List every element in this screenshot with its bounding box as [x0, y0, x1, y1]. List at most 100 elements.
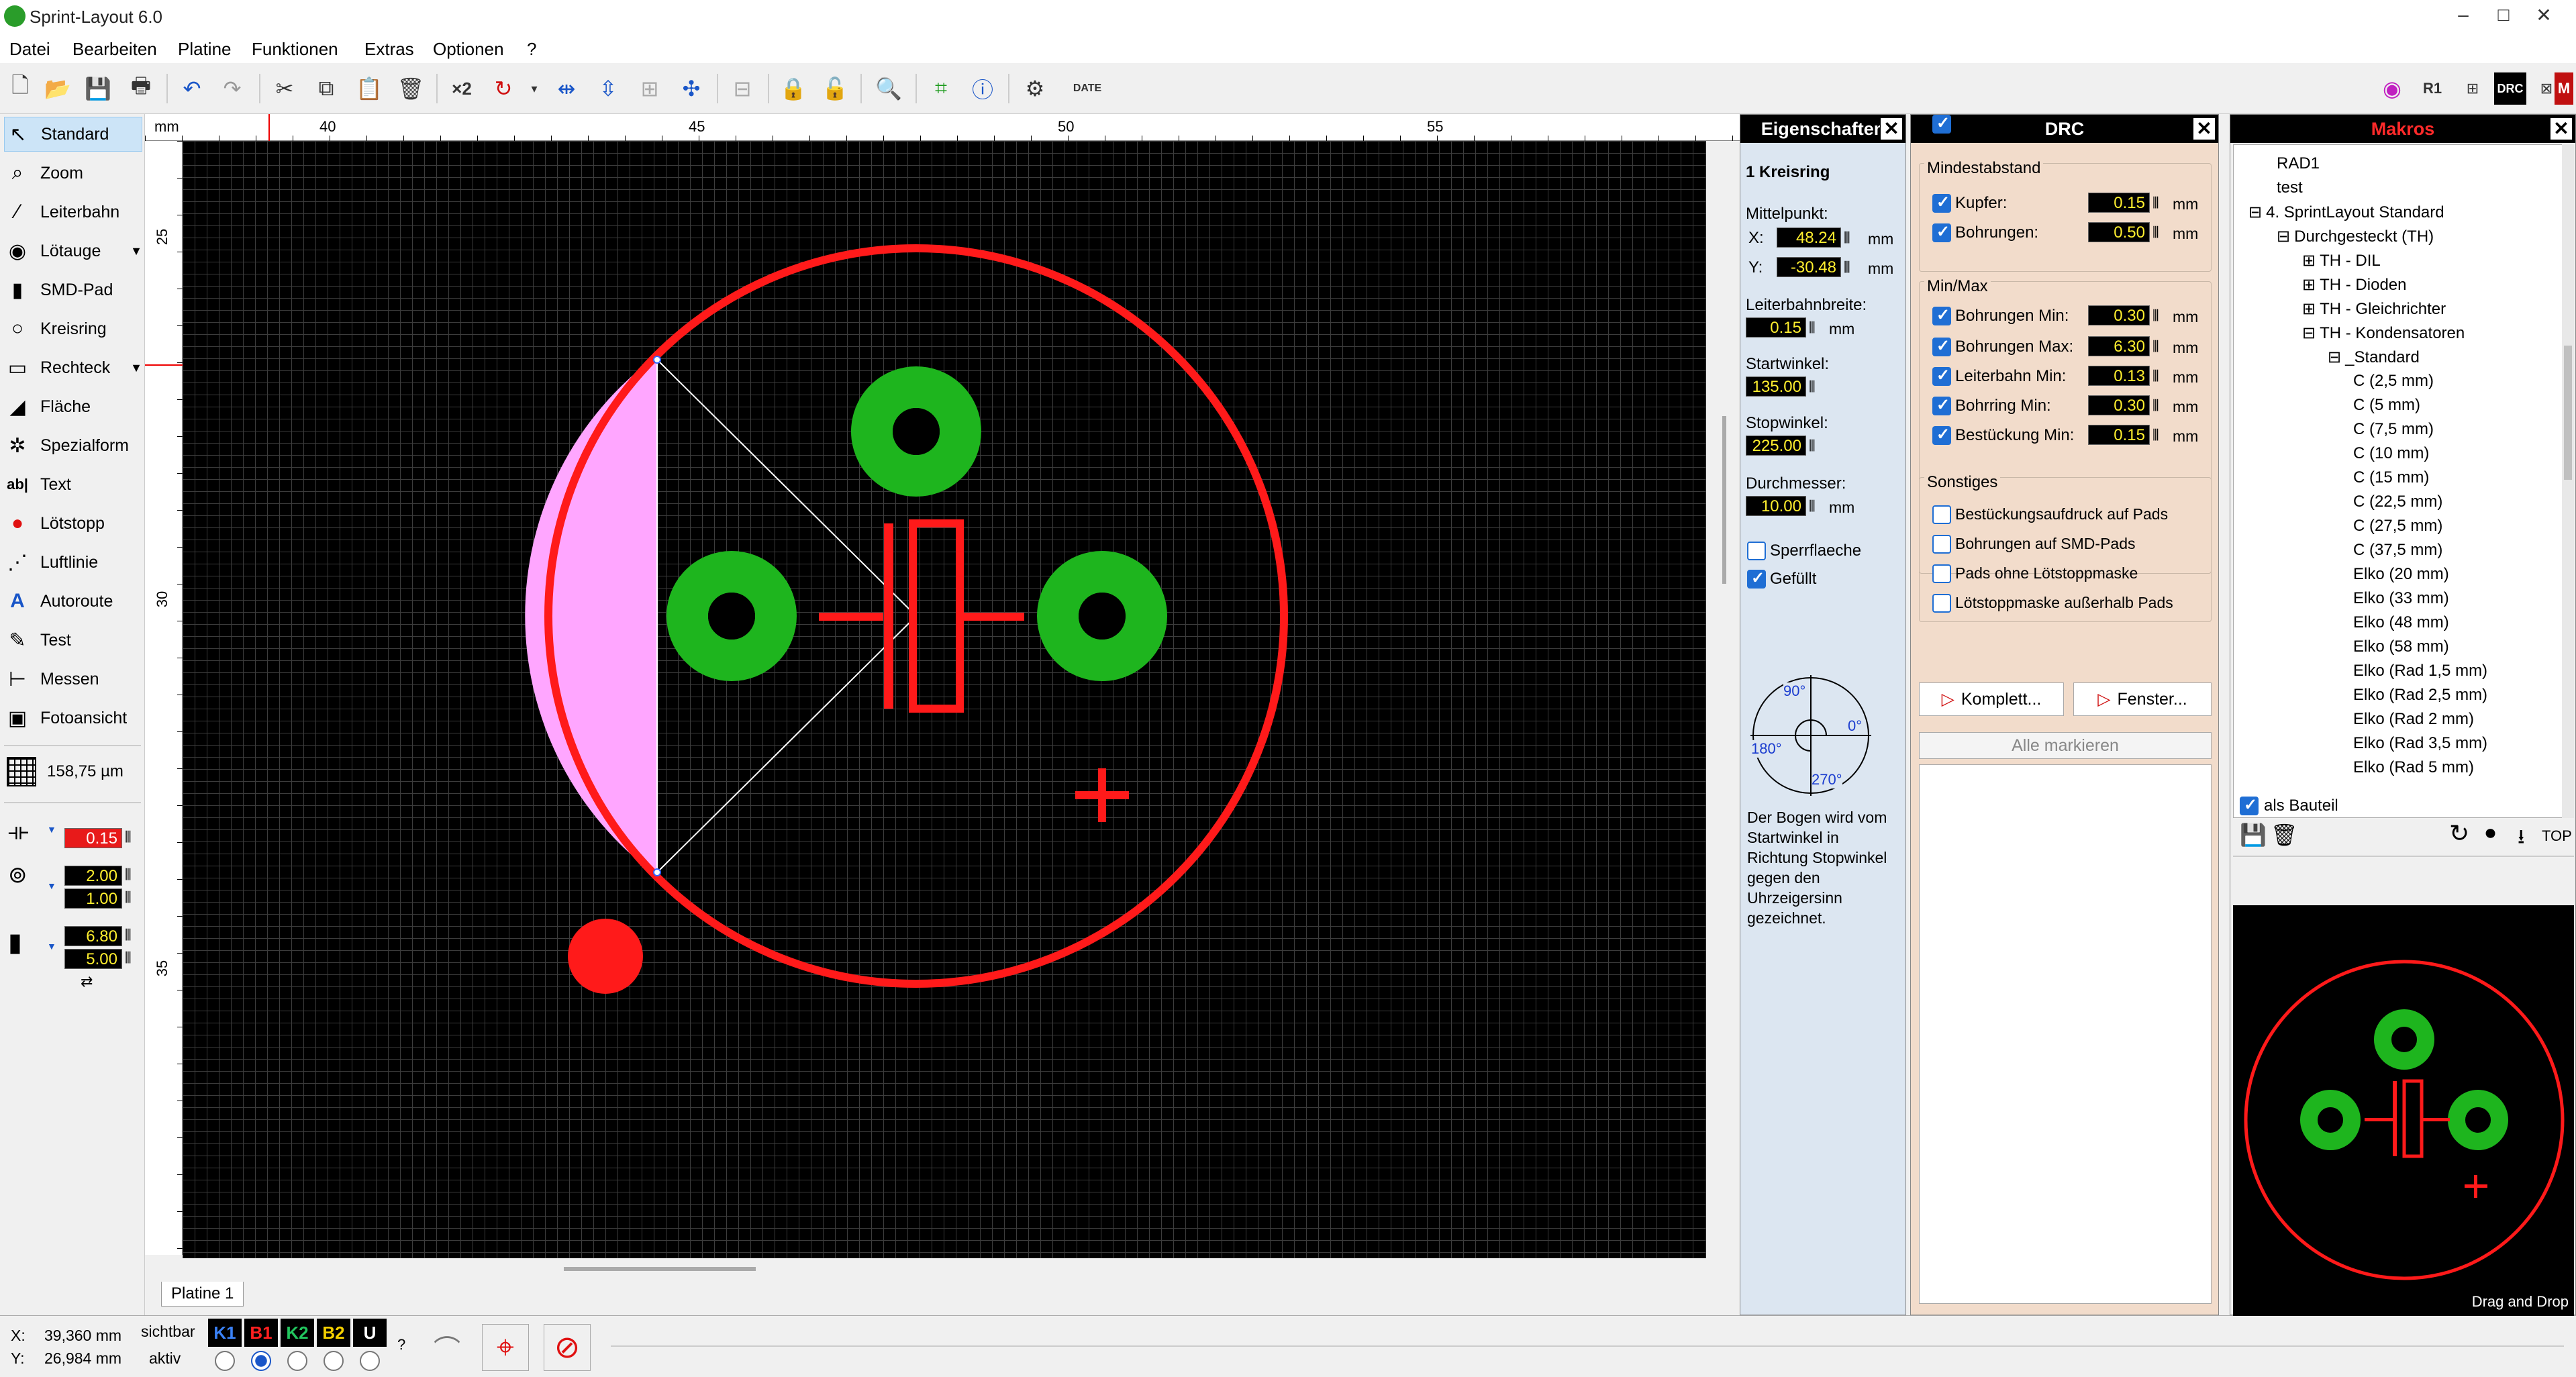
- layer-top-icon[interactable]: ⭳: [2518, 822, 2525, 856]
- track-width-icon[interactable]: ⟛: [8, 819, 29, 845]
- tool-luftlinie[interactable]: ⋰ Luftlinie: [4, 545, 142, 580]
- smd-width-input[interactable]: 6.80: [64, 926, 122, 946]
- tree-item[interactable]: ⊟ TH - Kondensatoren: [2302, 323, 2465, 343]
- date-icon[interactable]: DATE: [1071, 72, 1103, 105]
- opt-bestueckung-checkbox[interactable]: [1932, 505, 1951, 524]
- lb-min-input[interactable]: 0.13: [2088, 366, 2150, 386]
- tool-rechteck[interactable]: ▭ Rechteck ▼: [4, 350, 142, 385]
- bohr-max-input[interactable]: 6.30: [2088, 336, 2150, 356]
- diameter-input[interactable]: 10.00: [1746, 496, 1806, 516]
- tree-item[interactable]: Elko (Rad 3,5 mm): [2353, 734, 2487, 753]
- menu-platine[interactable]: Platine: [178, 39, 232, 60]
- tree-item[interactable]: Elko (Rad 2 mm): [2353, 710, 2474, 729]
- tree-expander-icon[interactable]: ⊟: [2248, 203, 2262, 221]
- tree-item[interactable]: RAD1: [2277, 154, 2320, 173]
- mirror-horizontal-icon[interactable]: ⇹: [550, 72, 583, 105]
- undo-icon[interactable]: ↶: [176, 72, 208, 105]
- spin-icon[interactable]: ⫴: [1809, 437, 1816, 455]
- maximize-button[interactable]: □: [2483, 4, 2524, 28]
- drc-result-list[interactable]: [1919, 764, 2212, 1304]
- bohr-max-checkbox[interactable]: [1932, 336, 1951, 356]
- active-layer-radio-k1[interactable]: [215, 1351, 235, 1371]
- rotate-icon[interactable]: ↻: [2449, 819, 2469, 848]
- pcb-canvas[interactable]: [183, 141, 1706, 1258]
- arc-handle[interactable]: [653, 868, 661, 876]
- cut-icon[interactable]: ✂: [268, 72, 301, 105]
- tool-flaeche[interactable]: ◢ Fläche: [4, 389, 142, 424]
- bring-min-checkbox[interactable]: [1932, 395, 1951, 415]
- tree-item[interactable]: C (15 mm): [2353, 468, 2429, 487]
- gefuellt-checkbox[interactable]: [1747, 568, 1766, 589]
- arc-handle[interactable]: [653, 356, 661, 364]
- center-icon[interactable]: ✣: [675, 72, 707, 105]
- spin-icon[interactable]: ⫴: [2152, 223, 2159, 242]
- tool-standard[interactable]: ↖ Standard: [4, 117, 142, 152]
- tool-fotoansicht[interactable]: ▣ Fotoansicht: [4, 701, 142, 735]
- tree-item[interactable]: C (5 mm): [2353, 396, 2420, 415]
- tool-text[interactable]: ab| Text: [4, 467, 142, 502]
- track-width-input[interactable]: 0.15: [64, 828, 122, 848]
- layer-k1[interactable]: K1: [208, 1319, 242, 1347]
- tree-item[interactable]: ⊞ TH - Dioden: [2302, 275, 2406, 295]
- tree-expander-icon[interactable]: ⊟: [2277, 227, 2290, 246]
- macro-preview[interactable]: Drag and Drop: [2233, 905, 2574, 1316]
- kupfer-checkbox[interactable]: [1932, 113, 1951, 134]
- grid-icon[interactable]: [7, 757, 36, 786]
- smd-height-input[interactable]: 5.00: [64, 949, 122, 969]
- crosshair-icon[interactable]: ⌖: [482, 1324, 529, 1371]
- start-angle-input[interactable]: 135.00: [1746, 376, 1806, 397]
- layer-k2[interactable]: K2: [281, 1319, 314, 1347]
- lock-icon[interactable]: 🔒: [777, 72, 809, 105]
- tree-item[interactable]: Elko (20 mm): [2353, 565, 2449, 584]
- delete-icon[interactable]: 🗑: [2271, 822, 2298, 848]
- zoom-icon[interactable]: 🔍: [873, 72, 905, 105]
- photo-view-icon[interactable]: ◉: [2376, 72, 2408, 105]
- chevron-down-icon[interactable]: ▼: [130, 361, 142, 375]
- vertical-scrollbar-thumb[interactable]: [1722, 416, 1726, 584]
- tool-kreisring[interactable]: ○ Kreisring: [4, 311, 142, 346]
- menu-help[interactable]: ?: [527, 39, 536, 60]
- spin-icon[interactable]: ⫴: [125, 828, 132, 846]
- menu-extras[interactable]: Extras: [364, 39, 414, 60]
- copy-icon[interactable]: ⧉: [310, 72, 342, 105]
- component-icon[interactable]: ⊞: [2457, 72, 2489, 105]
- bring-min-input[interactable]: 0.30: [2088, 395, 2150, 415]
- tree-expander-icon[interactable]: ⊞: [2302, 252, 2316, 270]
- pad-size-icon[interactable]: ⊚: [8, 862, 28, 888]
- macro-m-icon[interactable]: M: [2555, 72, 2573, 105]
- center-x-input[interactable]: 48.24: [1777, 227, 1841, 248]
- tree-item[interactable]: C (10 mm): [2353, 444, 2429, 463]
- route-mode-icon[interactable]: ⌒: [427, 1328, 467, 1368]
- sheet-tab-platine-1[interactable]: Platine 1: [161, 1282, 244, 1307]
- tool-leiterbahn[interactable]: ∕ Leiterbahn: [4, 195, 142, 230]
- new-file-icon[interactable]: 🗋: [4, 72, 36, 105]
- pad-outer-input[interactable]: 2.00: [64, 866, 122, 886]
- tree-item[interactable]: Elko (58 mm): [2353, 638, 2449, 656]
- tool-loetauge[interactable]: ◉ Lötauge ▼: [4, 234, 142, 268]
- tool-test[interactable]: ✎ Test: [4, 623, 142, 658]
- info-icon[interactable]: ⓘ: [967, 72, 999, 105]
- delete-icon[interactable]: 🗑: [395, 72, 427, 105]
- menu-optionen[interactable]: Optionen: [433, 39, 504, 60]
- settings-gear-icon[interactable]: ⚙: [1019, 72, 1051, 105]
- silkscreen-lead-left[interactable]: [819, 613, 883, 621]
- close-icon[interactable]: ✕: [2550, 117, 2573, 140]
- layer-b2[interactable]: B2: [317, 1319, 350, 1347]
- r1-icon[interactable]: R1: [2416, 72, 2448, 105]
- chevron-down-icon[interactable]: ▼: [47, 824, 56, 835]
- spin-icon[interactable]: ⫴: [1809, 319, 1816, 337]
- tree-item[interactable]: Elko (33 mm): [2353, 589, 2449, 608]
- komplett-button[interactable]: ▷ Komplett...: [1919, 682, 2064, 716]
- horizontal-scrollbar-thumb[interactable]: [564, 1267, 756, 1271]
- fenster-button[interactable]: ▷ Fenster...: [2073, 682, 2212, 716]
- spin-icon[interactable]: ⫴: [2152, 367, 2159, 385]
- active-layer-radio-b1[interactable]: [251, 1351, 271, 1371]
- bohrungen-input[interactable]: 0.50: [2088, 222, 2150, 242]
- active-layer-radio-u[interactable]: [360, 1351, 380, 1371]
- tool-zoom[interactable]: ⌕ Zoom: [4, 156, 142, 191]
- spin-icon[interactable]: ⫴: [125, 926, 132, 944]
- close-icon[interactable]: ✕: [2193, 117, 2216, 140]
- align-icon[interactable]: ⊞: [634, 72, 666, 105]
- alle-markieren-button[interactable]: Alle markieren: [1919, 732, 2212, 759]
- swap-icon[interactable]: ⇄: [81, 973, 93, 990]
